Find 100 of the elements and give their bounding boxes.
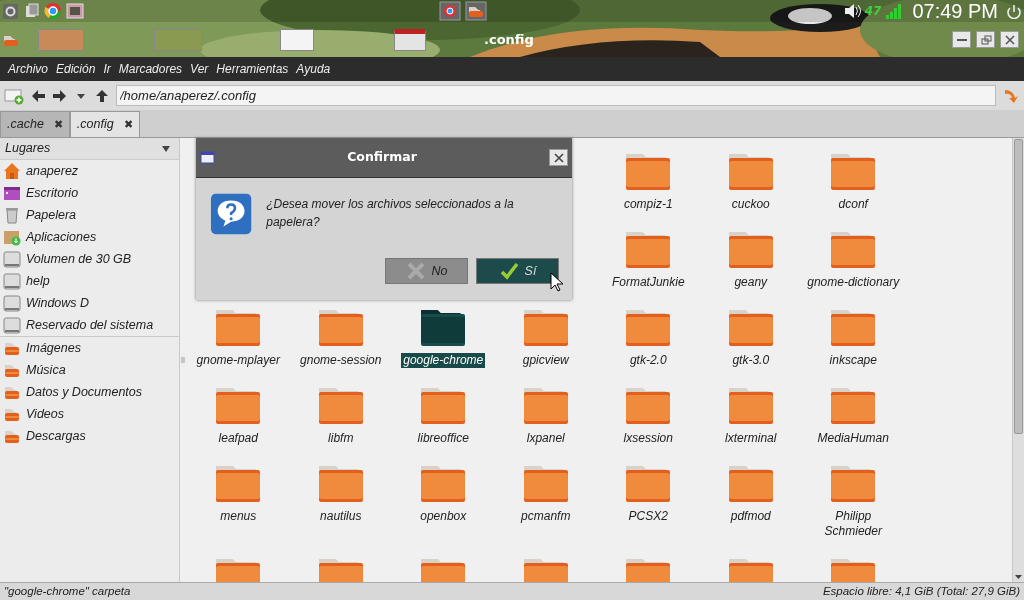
menu-item[interactable]: Edición (52, 60, 100, 78)
question-icon (210, 192, 253, 236)
file-name[interactable]: gtk-2.0 (627, 353, 669, 368)
sidebar-item[interactable]: Aplicaciones (26, 227, 97, 247)
splitter-handle-icon[interactable] (180, 357, 185, 363)
drive-icon (3, 294, 21, 312)
caret-icon (161, 144, 171, 153)
places-dropdown[interactable]: Lugares (0, 138, 179, 160)
file-name[interactable]: openbox (418, 509, 469, 524)
file-name[interactable]: libfm (326, 431, 356, 446)
tab[interactable]: .config ✖ (69, 111, 140, 137)
trash-icon (3, 206, 21, 224)
file-name[interactable]: lxpanel (524, 431, 567, 446)
tab[interactable]: .cache ✖ (0, 111, 70, 137)
power-icon[interactable] (1006, 3, 1022, 19)
close-button[interactable] (1000, 31, 1019, 48)
file-name[interactable]: libreoffice (415, 431, 471, 446)
menu-item[interactable]: Ayuda (292, 60, 335, 78)
dialog-title: Confirmar (347, 148, 417, 167)
desktop-icon (3, 184, 21, 202)
minimize-icon (956, 38, 967, 41)
close-icon (552, 151, 565, 164)
minimize-button[interactable] (952, 31, 971, 48)
menu-item[interactable]: Ver (186, 60, 213, 78)
volume-icon[interactable] (842, 2, 861, 20)
menu-item[interactable]: Marcadores (114, 60, 187, 78)
signal-icon[interactable] (885, 2, 903, 20)
sidebar-item[interactable]: Papelera (26, 205, 77, 225)
browser-icon[interactable] (44, 2, 62, 20)
sidebar-item[interactable]: Videos (26, 404, 64, 424)
restore-icon (978, 33, 993, 46)
picture-frame-icon[interactable] (66, 2, 84, 20)
status-text: "google-chrome" carpeta (4, 583, 131, 599)
browser-icon[interactable] (439, 1, 462, 21)
restore-button[interactable] (976, 31, 995, 48)
sidebar-item[interactable]: Música (26, 360, 66, 380)
file-name[interactable]: leafpad (216, 431, 260, 446)
package-icon (3, 228, 21, 246)
file-name[interactable]: geany (732, 275, 770, 290)
window-thumbnail[interactable] (280, 28, 314, 51)
yes-button[interactable]: Sí (476, 258, 559, 284)
scrollbar-thumb[interactable] (1014, 139, 1023, 434)
battery-level-text: 47 (864, 3, 882, 20)
windows-icon[interactable] (23, 2, 40, 20)
dialog-message: ¿Desea mover los archivos seleccionados a la papelera? (266, 196, 515, 231)
close-icon (1002, 33, 1017, 46)
file-name[interactable]: MediaHuman (815, 431, 891, 446)
forward-icon[interactable] (52, 87, 68, 104)
sidebar-item[interactable]: Escritorio (26, 183, 79, 203)
file-name[interactable]: gnome-mplayer (194, 353, 282, 368)
file-name[interactable]: google-chrome (401, 353, 486, 368)
menu-item[interactable]: Archivo (4, 60, 52, 78)
drive-icon (3, 250, 21, 268)
file-name[interactable]: gpicview (520, 353, 571, 368)
file-name[interactable]: lxsession (621, 431, 675, 446)
file-name[interactable]: lxterminal (723, 431, 779, 446)
window-icon (200, 150, 215, 165)
sidebar-item[interactable]: Datos y Documentos (26, 382, 143, 402)
drive-icon (3, 316, 21, 334)
menu-item[interactable]: Ir (99, 60, 115, 78)
file-name[interactable]: pdfmod (728, 509, 773, 524)
sidebar-item[interactable]: help (26, 271, 50, 291)
file-name[interactable]: Philipp Schmieder (804, 509, 903, 539)
file-name[interactable]: FormatJunkie (609, 275, 687, 290)
cross-icon (405, 261, 426, 281)
new-tab-icon[interactable] (4, 86, 24, 105)
sidebar-item[interactable]: Descargas (26, 426, 86, 446)
file-name[interactable]: dconf (836, 197, 870, 212)
file-name[interactable]: nautilus (318, 509, 364, 524)
folder-icon[interactable] (465, 1, 488, 21)
clock[interactable]: 07:49 PM (912, 0, 998, 26)
close-button[interactable] (549, 149, 568, 166)
window-thumbnail[interactable] (38, 28, 84, 51)
file-name[interactable]: gnome-dictionary (805, 275, 902, 290)
file-name[interactable]: compiz-1 (621, 197, 675, 212)
file-name[interactable]: gtk-3.0 (730, 353, 772, 368)
sidebar-item[interactable]: Windows D (26, 293, 90, 313)
sidebar-item[interactable]: Imágenes (26, 338, 81, 358)
file-name[interactable]: pcmanfm (519, 509, 573, 524)
file-name[interactable]: inkscape (827, 353, 879, 368)
file-name[interactable]: gnome-session (298, 353, 384, 368)
file-name[interactable]: menus (218, 509, 259, 524)
menu-item[interactable]: Herramientas (212, 60, 293, 78)
scrollbar[interactable] (1012, 138, 1024, 582)
window-thumbnail[interactable] (394, 28, 426, 51)
sidebar-item[interactable]: Reservado del sistema (26, 315, 154, 335)
file-name[interactable]: cuckoo (729, 197, 772, 212)
no-button[interactable]: No (385, 258, 468, 284)
tab-close-button[interactable]: ✖ (53, 116, 63, 133)
tab-close-button[interactable]: ✖ (123, 116, 133, 133)
sidebar-item[interactable]: anaperez (26, 161, 79, 181)
home-icon (3, 162, 21, 180)
window-thumbnail[interactable] (154, 28, 202, 51)
window-title: .config (484, 30, 534, 49)
address-field[interactable]: /home/anaperez/.config (116, 85, 996, 106)
file-name[interactable]: PCSX2 (626, 509, 670, 524)
up-icon[interactable] (94, 87, 110, 104)
sidebar-item[interactable]: Volumen de 30 GB (26, 249, 132, 269)
mouse-pointer-icon (550, 272, 564, 292)
drive-icon (3, 272, 21, 290)
